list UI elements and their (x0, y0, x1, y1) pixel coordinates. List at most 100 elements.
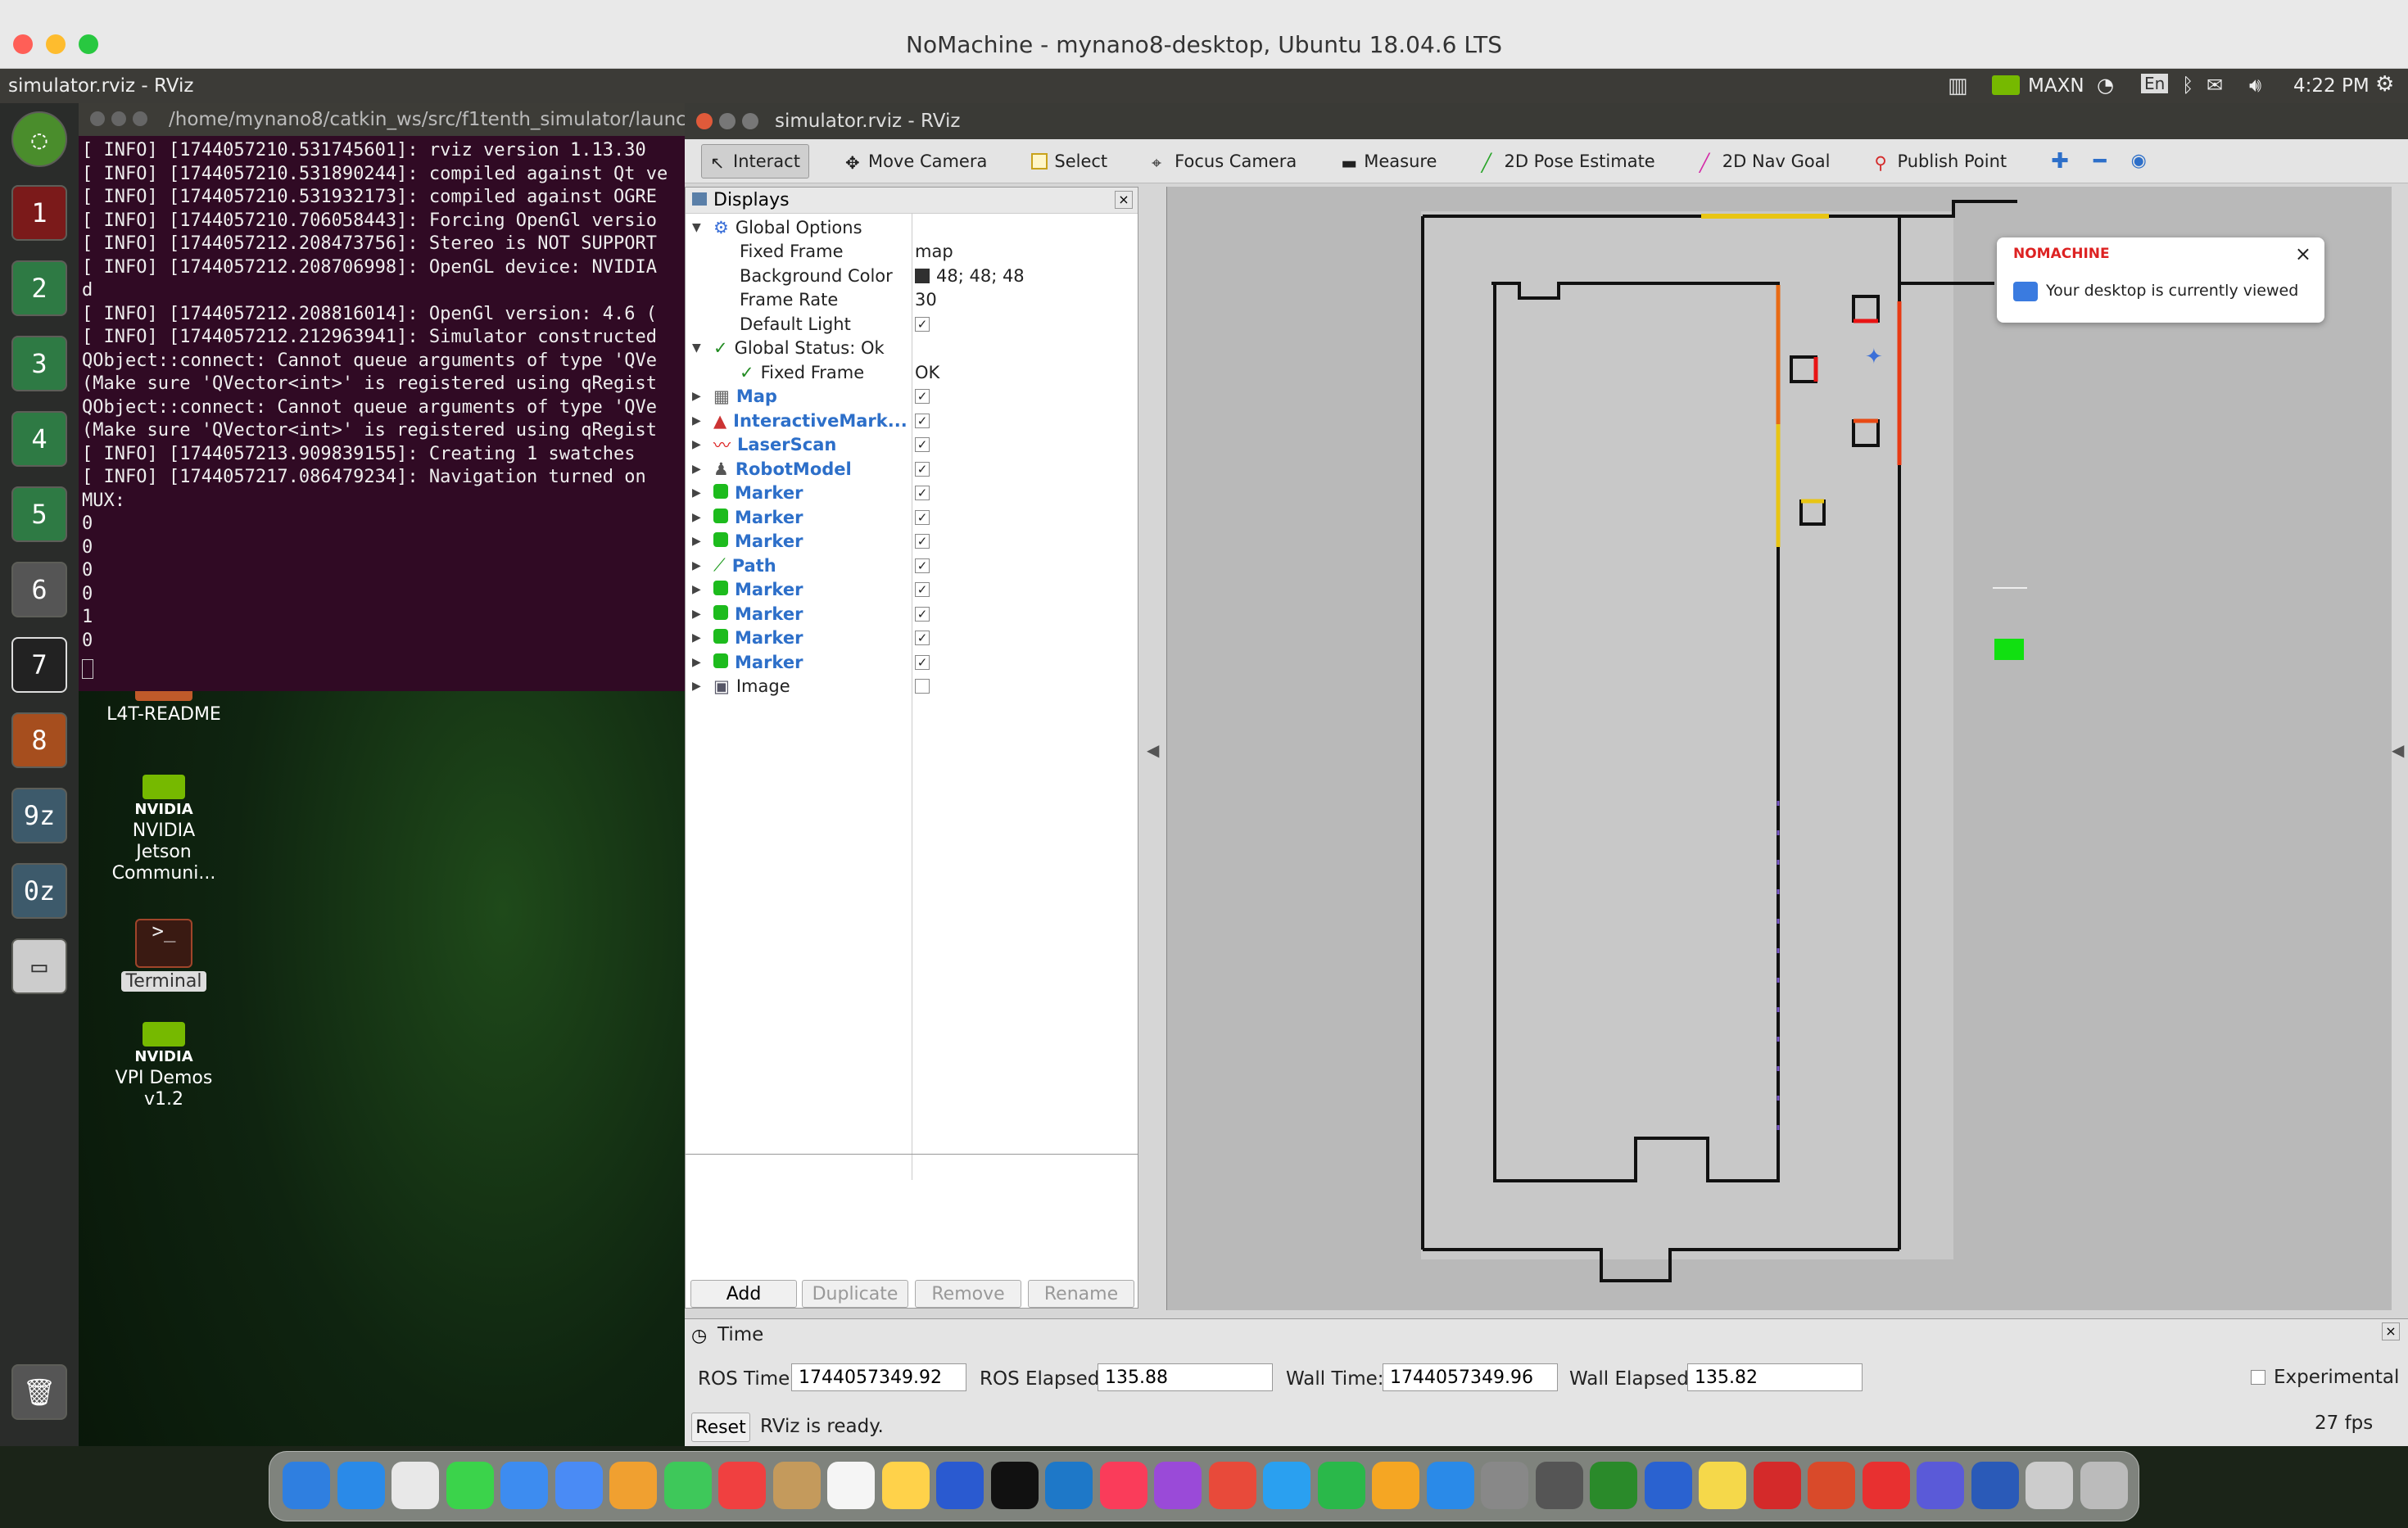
publish-point-tool[interactable]: ⚲ Publish Point (1866, 144, 2015, 179)
expand-arrow-icon[interactable]: ▼ (692, 221, 701, 234)
dock-app-icon[interactable] (881, 1462, 930, 1509)
wall-time-field[interactable]: 1744057349.96 (1383, 1363, 1558, 1391)
enable-checkbox[interactable]: ✓ (915, 461, 930, 477)
enable-checkbox[interactable]: ✓ (915, 437, 930, 453)
terminal-output[interactable]: [ INFO] [1744057210.531745601]: rviz ver… (79, 136, 685, 691)
display-item-marker[interactable]: ▶ Marker ✓ (686, 505, 1138, 530)
enable-checkbox[interactable] (915, 679, 930, 694)
workspace-9-launcher[interactable]: 9z (11, 788, 67, 843)
expand-arrow-icon[interactable]: ▼ (692, 341, 701, 355)
enable-checkbox[interactable]: ✓ (915, 558, 930, 573)
wifi-icon[interactable]: ◔ (2097, 74, 2114, 97)
property-value[interactable]: map (915, 242, 953, 261)
rviz-3d-viewport[interactable]: ✦ (1166, 187, 2392, 1310)
dock-app-icon[interactable] (1917, 1462, 1964, 1509)
collapse-right-arrow-icon[interactable]: ◀ (2392, 740, 2404, 760)
enable-checkbox[interactable]: ✓ (915, 582, 930, 598)
map-view[interactable]: ✦ (1167, 187, 2392, 1310)
measure-tool[interactable]: ▬ Measure (1333, 144, 1445, 179)
global-status-row[interactable]: ▼ ✓ Global Status: Ok (686, 337, 1138, 361)
ubuntu-dash-icon[interactable]: ◌ (11, 111, 67, 167)
expand-arrow-icon[interactable]: ▶ (692, 414, 701, 427)
wall-elapsed-field[interactable]: 135.82 (1687, 1363, 1863, 1391)
display-item-path[interactable]: ▶ ⟋ Path ✓ (686, 554, 1138, 578)
dock-app-icon[interactable] (990, 1462, 1039, 1509)
frame-rate-row[interactable]: Frame Rate 30 (686, 288, 1138, 313)
display-item-marker[interactable]: ▶ Marker ✓ (686, 602, 1138, 626)
enable-checkbox[interactable]: ✓ (915, 654, 930, 670)
rviz-maximize-button[interactable] (742, 113, 758, 129)
settings-gear-icon[interactable]: ⚙ (2375, 72, 2394, 97)
expand-arrow-icon[interactable]: ▶ (692, 511, 701, 524)
dock-app-icon[interactable] (1099, 1462, 1147, 1509)
display-item-marker[interactable]: ▶ Marker ✓ (686, 530, 1138, 554)
close-panel-icon[interactable]: × (2382, 1322, 2400, 1340)
dock-app-icon[interactable] (1644, 1462, 1692, 1509)
dock-app-icon[interactable] (2080, 1462, 2128, 1509)
property-value[interactable]: 48; 48; 48 (936, 266, 1025, 286)
display-item-marker[interactable]: ▶ Marker ✓ (686, 481, 1138, 506)
workspace-2-launcher[interactable]: 2 (11, 260, 67, 316)
ros-elapsed-field[interactable]: 135.88 (1098, 1363, 1273, 1391)
status-fixed-frame-row[interactable]: ✓ Fixed Frame OK (686, 360, 1138, 385)
nomachine-notification[interactable]: NOMACHINE × Your desktop is currently vi… (1997, 237, 2324, 323)
network-graph-icon[interactable]: ▥ (1948, 74, 1968, 98)
expand-arrow-icon[interactable]: ▶ (692, 631, 701, 644)
remove-display-button[interactable]: Remove (915, 1280, 1021, 1308)
rviz-minimize-button[interactable] (719, 113, 736, 129)
expand-arrow-icon[interactable]: ▶ (692, 486, 701, 500)
display-item-marker[interactable]: ▶ Marker ✓ (686, 626, 1138, 651)
dock-app-icon[interactable] (1154, 1462, 1202, 1509)
dock-app-icon[interactable] (718, 1462, 766, 1509)
move-camera-tool[interactable]: ✥ Move Camera (837, 144, 995, 179)
dock-app-icon[interactable] (1372, 1462, 1419, 1509)
workspace-5-launcher[interactable]: 5 (11, 486, 67, 542)
expand-arrow-icon[interactable]: ▶ (692, 583, 701, 596)
dock-app-icon[interactable] (1317, 1462, 1365, 1509)
dock-app-icon[interactable] (392, 1462, 439, 1509)
bluetooth-icon[interactable]: ᛒ (2182, 74, 2193, 97)
desktop-icon-vpi-demos[interactable]: NVIDIA VPI Demos v1.2 (106, 1022, 221, 1110)
color-swatch[interactable] (915, 268, 930, 283)
dock-app-icon[interactable] (1208, 1462, 1256, 1509)
workspace-7-launcher[interactable]: 7 (11, 637, 67, 693)
nav-goal-tool[interactable]: ╱ 2D Nav Goal (1691, 144, 1839, 179)
dock-app-icon[interactable] (446, 1462, 494, 1509)
rviz-close-button[interactable] (696, 113, 713, 129)
rename-display-button[interactable]: Rename (1028, 1280, 1134, 1308)
enable-checkbox[interactable]: ✓ (915, 534, 930, 549)
display-item-interactivemark[interactable]: ▶ ▲ InteractiveMark... ✓ (686, 409, 1138, 433)
dock-app-icon[interactable] (1862, 1462, 1910, 1509)
fixed-frame-row[interactable]: Fixed Frame map (686, 240, 1138, 264)
expand-arrow-icon[interactable]: ▶ (692, 608, 701, 621)
dock-app-icon[interactable] (1263, 1462, 1310, 1509)
experimental-checkbox[interactable] (2251, 1370, 2265, 1385)
workspace-4-launcher[interactable]: 4 (11, 411, 67, 467)
dock-app-icon[interactable] (609, 1462, 657, 1509)
expand-arrow-icon[interactable]: ▶ (692, 559, 701, 572)
expand-arrow-icon[interactable]: ▶ (692, 535, 701, 548)
dock-app-icon[interactable] (283, 1462, 330, 1509)
duplicate-display-button[interactable]: Duplicate (802, 1280, 908, 1308)
rviz-titlebar[interactable]: simulator.rviz - RViz (685, 103, 2408, 139)
dock-app-icon[interactable] (337, 1462, 385, 1509)
pose-estimate-tool[interactable]: ╱ 2D Pose Estimate (1473, 144, 1663, 179)
display-item-marker[interactable]: ▶ Marker ✓ (686, 650, 1138, 675)
dock-app-icon[interactable] (2026, 1462, 2073, 1509)
trash-icon[interactable]: 🗑︎ (11, 1364, 67, 1420)
collapse-left-arrow-icon[interactable]: ◀ (1147, 740, 1159, 760)
workspace-8-launcher[interactable]: 8 (11, 712, 67, 768)
enable-checkbox[interactable]: ✓ (915, 509, 930, 525)
workspace-1-launcher[interactable]: 1 (11, 185, 67, 241)
interact-tool[interactable]: ↖ Interact (701, 143, 809, 179)
power-mode-label[interactable]: MAXN (2028, 75, 2084, 97)
focus-camera-tool[interactable]: ⌖ Focus Camera (1143, 144, 1305, 179)
display-item-marker[interactable]: ▶ Marker ✓ (686, 578, 1138, 603)
dock-app-icon[interactable] (663, 1462, 712, 1509)
background-color-row[interactable]: Background Color 48; 48; 48 (686, 264, 1138, 288)
dock-app-icon[interactable] (500, 1462, 548, 1509)
expand-arrow-icon[interactable]: ▶ (692, 680, 701, 693)
keyboard-language[interactable]: En (2141, 74, 2169, 93)
workspace-6-launcher[interactable]: 6 (11, 562, 67, 617)
notification-close-icon[interactable]: × (2295, 242, 2311, 265)
